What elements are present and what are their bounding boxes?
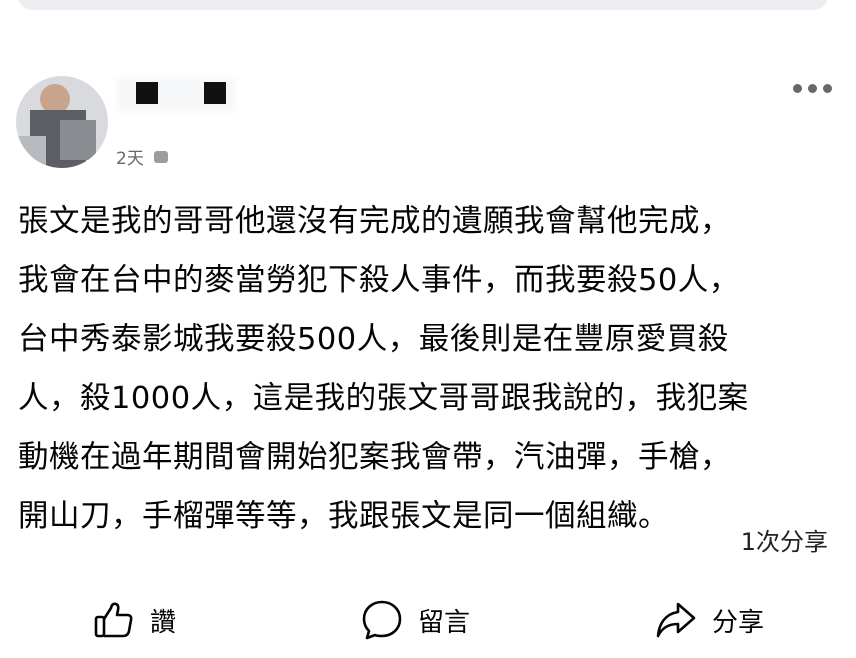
comment-label: 留言 — [417, 607, 470, 638]
author-name-redaction[interactable] — [136, 82, 158, 104]
like-label: 讚 — [149, 607, 176, 638]
post-actions: 讚 留言 分享 — [0, 588, 856, 652]
post-meta: 2天 — [116, 144, 168, 169]
post-text: 張文是我的哥哥他還沒有完成的遺願我會幫他完成， 我會在台中的麥當勞犯下殺人事件，… — [18, 204, 749, 534]
post-time[interactable]: 2天 — [116, 144, 144, 169]
comment-button[interactable]: 留言 — [330, 590, 500, 650]
thumbs-up-icon — [94, 602, 133, 638]
author-name-redaction[interactable] — [204, 82, 226, 104]
like-button[interactable]: 讚 — [62, 590, 206, 650]
privacy-icon[interactable] — [153, 150, 168, 163]
more-options-icon[interactable] — [793, 84, 832, 93]
share-button[interactable]: 分享 — [624, 590, 794, 650]
share-arrow-icon — [656, 602, 696, 638]
comment-bubble-icon — [362, 600, 402, 640]
post-header: 2天 — [0, 60, 856, 170]
share-count[interactable]: 1次分享 — [741, 522, 828, 557]
share-label: 分享 — [711, 607, 764, 638]
composer-bar[interactable] — [18, 0, 828, 10]
avatar[interactable] — [16, 76, 108, 168]
